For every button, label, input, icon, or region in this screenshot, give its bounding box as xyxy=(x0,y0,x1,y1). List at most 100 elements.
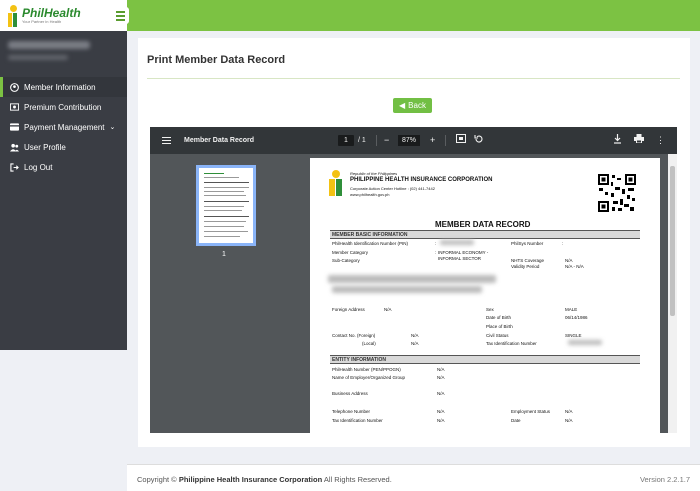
sidebar-item-premium-contribution[interactable]: Premium Contribution xyxy=(0,97,127,117)
pdf-title: Member Data Record xyxy=(184,137,255,144)
label: NHTS Coverage xyxy=(511,258,545,263)
label: Name of Employer/Organized Group xyxy=(332,375,406,380)
arrow-left-icon: ◀ xyxy=(399,101,406,110)
label: Civil Status xyxy=(486,333,509,338)
philhealth-logo-icon xyxy=(329,170,344,196)
colon: : xyxy=(435,241,437,246)
label: Tax Identification Number xyxy=(486,341,537,346)
value: N/A xyxy=(565,409,573,414)
label: PhilHealth Number (PEN/PPOGN) xyxy=(332,367,401,372)
sidebar-item-log-out[interactable]: Log Out xyxy=(0,157,127,177)
redacted-value xyxy=(332,286,482,293)
page-total: / 1 xyxy=(358,137,366,144)
menu-icon[interactable] xyxy=(162,137,171,144)
label: Place of Birth xyxy=(486,324,513,329)
redacted-value xyxy=(568,340,602,345)
top-navbar: PhilHealth Your Partner in Health xyxy=(0,0,700,31)
qr-code-icon xyxy=(597,173,637,213)
users-icon xyxy=(10,143,19,152)
logo-brand-text: PhilHealth xyxy=(22,6,81,20)
value: N/A xyxy=(437,367,445,372)
scrollbar-thumb[interactable] xyxy=(670,166,675,316)
sidebar-item-label: Member Information xyxy=(24,82,96,92)
value: N/A xyxy=(437,418,445,423)
sidebar-item-label: Log Out xyxy=(24,162,53,172)
title-divider xyxy=(147,78,680,79)
label: PhilSys Number xyxy=(511,241,544,246)
colon: : xyxy=(435,250,437,255)
sidebar: Member Information Premium Contribution … xyxy=(0,31,127,350)
download-icon[interactable] xyxy=(613,134,622,147)
value: N/A xyxy=(565,258,573,263)
label: Date xyxy=(511,418,521,423)
value: INFORMAL ECONOMY - xyxy=(438,250,489,255)
copyright-rights: All Rights Reserved. xyxy=(323,475,392,484)
sidebar-item-member-information[interactable]: Member Information xyxy=(0,77,127,97)
credit-card-icon xyxy=(10,123,19,132)
philhealth-logo[interactable]: PhilHealth Your Partner in Health xyxy=(0,0,127,31)
more-options-icon[interactable]: ⋮ xyxy=(656,134,665,146)
section-header-basic: MEMBER BASIC INFORMATION xyxy=(330,230,640,239)
label: Sex xyxy=(486,307,494,312)
label: Foreign Address xyxy=(332,307,365,312)
label: Employment Status xyxy=(511,409,551,414)
fit-page-icon[interactable] xyxy=(456,134,466,146)
label: Member Category xyxy=(332,250,369,255)
print-icon[interactable] xyxy=(634,134,644,146)
back-button[interactable]: ◀ Back xyxy=(393,98,432,113)
sidebar-item-label: User Profile xyxy=(24,142,66,152)
philhealth-logo-icon xyxy=(8,4,19,27)
label: PhilHealth Identification Number (PIN) xyxy=(332,241,409,246)
value: N/A xyxy=(437,409,445,414)
doc-website: www.philhealth.gov.ph xyxy=(350,192,390,197)
redacted-value xyxy=(440,240,474,245)
label: Validity Period xyxy=(511,264,540,269)
zoom-out-icon[interactable]: − xyxy=(384,134,389,146)
sidebar-item-label: Premium Contribution xyxy=(24,102,102,112)
value: N/A xyxy=(437,391,445,396)
copyright-text: Copyright © Philippine Health Insurance … xyxy=(137,475,392,484)
version-text: Version 2.2.1.7 xyxy=(639,475,690,484)
sidebar-item-user-profile[interactable]: User Profile xyxy=(0,137,127,157)
thumbnail-panel: 1 xyxy=(150,154,302,433)
zoom-in-icon[interactable]: + xyxy=(430,134,435,146)
value: N/A xyxy=(384,307,392,312)
section-header-entity: ENTITY INFORMATION xyxy=(330,355,640,364)
label: Business Address xyxy=(332,391,368,396)
doc-republic: Republic of the Philippines xyxy=(350,171,398,176)
sign-out-icon xyxy=(10,162,19,172)
doc-corp-name: PHILIPPINE HEALTH INSURANCE CORPORATION xyxy=(350,177,493,183)
sidebar-toggle-button[interactable] xyxy=(112,7,129,24)
value: N/A - N/A xyxy=(565,264,584,269)
colon: : xyxy=(562,241,564,246)
main-content-card: Print Member Data Record ◀ Back Member D… xyxy=(138,38,690,447)
page-title: Print Member Data Record xyxy=(147,54,286,66)
user-circle-icon xyxy=(10,82,19,92)
copyright-prefix: Copyright © xyxy=(137,475,177,484)
value: N/A xyxy=(437,375,445,380)
doc-heading: MEMBER DATA RECORD xyxy=(435,220,531,229)
thumbnail-page-number: 1 xyxy=(222,251,226,258)
value: SINGLE xyxy=(565,333,582,338)
page-number-input[interactable]: 1 xyxy=(338,135,354,146)
back-button-label: Back xyxy=(408,101,426,110)
redacted-value xyxy=(328,275,496,283)
label: Sub-Category xyxy=(332,258,360,263)
value: MALE xyxy=(565,307,578,312)
page-thumbnail[interactable] xyxy=(196,165,256,246)
copyright-org: Philippine Health Insurance Corporation xyxy=(178,475,323,484)
rotate-icon[interactable] xyxy=(474,134,484,147)
pdf-scrollbar[interactable] xyxy=(668,154,677,433)
pdf-viewer[interactable]: Member Data Record 1 / 1 − 87% + ⋮ 1 Rep… xyxy=(150,127,677,433)
label: Date of Birth xyxy=(486,315,512,320)
value: N/A xyxy=(565,418,573,423)
pdf-toolbar: Member Data Record 1 / 1 − 87% + ⋮ xyxy=(150,127,677,154)
value: N/A xyxy=(411,333,419,338)
sidebar-item-payment-management[interactable]: Payment Management ⌄ xyxy=(0,117,127,137)
doc-hotline: Corporate Action Center Hotline : (02) 4… xyxy=(350,186,435,191)
user-name-blurred xyxy=(0,31,127,77)
zoom-level-input[interactable]: 87% xyxy=(398,135,420,146)
chevron-down-icon: ⌄ xyxy=(109,124,116,131)
money-icon xyxy=(10,103,19,112)
value: 06/14/1986 xyxy=(565,315,588,320)
